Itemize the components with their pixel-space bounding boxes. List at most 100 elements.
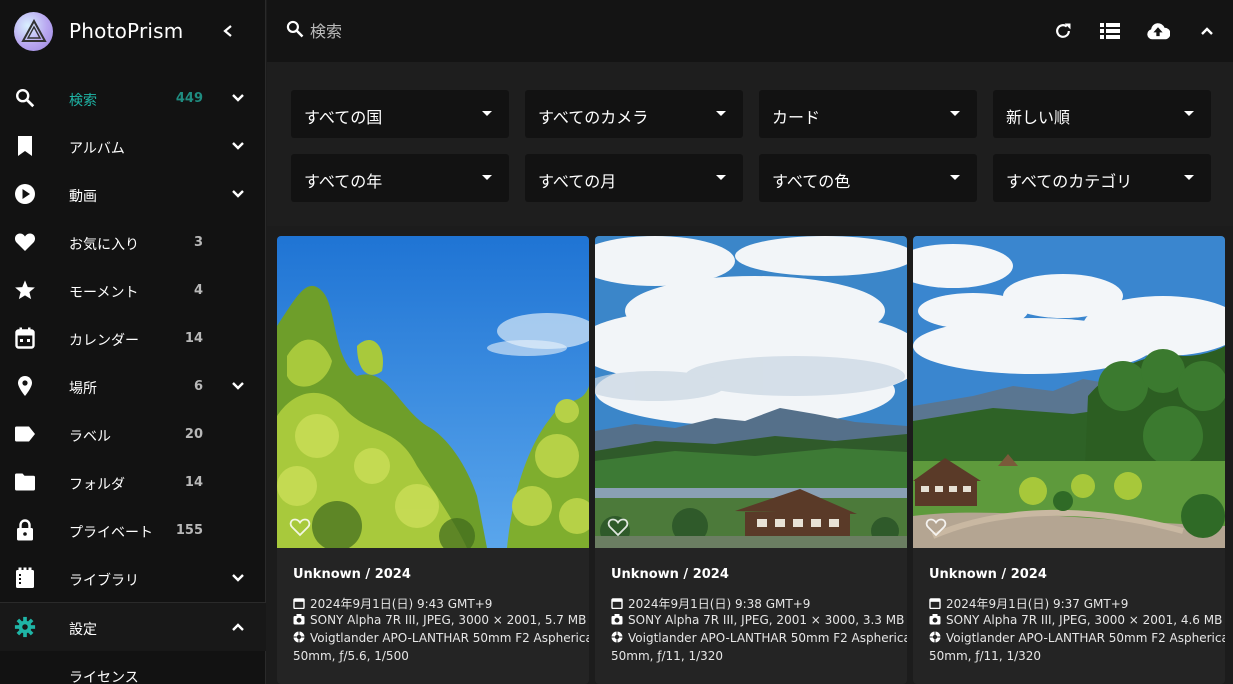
upload-button[interactable] (1146, 19, 1170, 43)
camera-icon (929, 613, 941, 625)
photo-thumbnail[interactable] (595, 236, 907, 548)
chevron-up-icon (1201, 27, 1213, 35)
sidebar-item-count: 3 (193, 235, 203, 250)
sidebar-item-count: 6 (193, 379, 203, 394)
sidebar-item-label: 場所 (69, 381, 97, 397)
sidebar-nav: 検索 449 アルバム 動画 お気に入り 3 モーメント 4 カレンダー 14 … (0, 74, 266, 684)
photo-lens-text: Voigtlander APO-LANTHAR 50mm F2 Aspheric… (310, 631, 589, 645)
filter-value: すべての国 (304, 108, 383, 127)
sidebar-item-settings[interactable]: 設定 (0, 603, 266, 651)
collapse-sidebar-button[interactable] (218, 21, 238, 41)
app-name: PhotoPrism (69, 19, 184, 43)
category-filter-select[interactable]: すべてのカテゴリ (993, 154, 1211, 202)
collapse-toolbar-button[interactable] (1195, 19, 1219, 43)
sidebar-item-count: 4 (193, 283, 203, 298)
photo-camera: SONY Alpha 7R III, JPEG, 3000 × 2001, 5.… (293, 613, 586, 627)
sidebar-item-count: 14 (184, 331, 203, 346)
sidebar-subitem-license[interactable]: ライセンス (0, 651, 266, 684)
list-view-button[interactable] (1098, 19, 1122, 43)
camera-filter-select[interactable]: すべてのカメラ (525, 90, 743, 138)
photo-camera: SONY Alpha 7R III, JPEG, 2001 × 3000, 3.… (611, 613, 904, 627)
sort-order-select[interactable]: 新しい順 (993, 90, 1211, 138)
view-list-icon (1100, 23, 1120, 39)
sidebar-item-label: ライブラリ (69, 573, 139, 589)
sidebar-item-folders[interactable]: フォルダ 14 (0, 458, 266, 506)
color-filter-select[interactable]: すべての色 (759, 154, 977, 202)
bookmark-icon (13, 134, 37, 158)
sidebar-item-count: 155 (175, 523, 203, 538)
search-icon (285, 19, 305, 43)
sidebar-item-label: 動画 (69, 189, 97, 205)
chevron-down-icon[interactable] (228, 376, 248, 396)
aperture-icon (611, 631, 623, 643)
filter-value: すべての年 (304, 172, 383, 191)
top-toolbar (267, 0, 1233, 62)
sidebar-item-count: 20 (184, 427, 203, 442)
view-filter-select[interactable]: カード (759, 90, 977, 138)
photo-exposure: 50mm, ƒ/11, 1/320 (929, 649, 1042, 663)
chevron-down-icon[interactable] (228, 88, 248, 108)
photo-thumbnail[interactable] (277, 236, 589, 548)
photo-title[interactable]: Unknown / 2024 (929, 567, 1047, 582)
sidebar-item-moments[interactable]: モーメント 4 (0, 266, 266, 314)
sidebar-item-count: 14 (184, 475, 203, 490)
favorite-heart-icon[interactable] (289, 517, 311, 537)
year-filter-select[interactable]: すべての年 (291, 154, 509, 202)
photo-lens-text: Voigtlander APO-LANTHAR 50mm F2 Aspheric… (946, 631, 1225, 645)
photo-title[interactable]: Unknown / 2024 (611, 567, 729, 582)
photo-lens-text: Voigtlander APO-LANTHAR 50mm F2 Aspheric… (628, 631, 907, 645)
camera-icon (293, 613, 305, 625)
sidebar-item-label: ラベル (69, 429, 111, 445)
brand[interactable]: PhotoPrism (0, 0, 265, 62)
sidebar-item-favorites[interactable]: お気に入り 3 (0, 218, 266, 266)
sidebar-item-label: お気に入り (69, 237, 139, 253)
refresh-button[interactable] (1051, 19, 1075, 43)
photo-lens: Voigtlander APO-LANTHAR 50mm F2 Aspheric… (611, 631, 907, 645)
photoprism-logo-icon (14, 11, 53, 51)
country-filter-select[interactable]: すべての国 (291, 90, 509, 138)
chevron-up-icon[interactable] (228, 617, 248, 637)
favorite-heart-icon[interactable] (607, 517, 629, 537)
dropdown-arrow-icon (950, 175, 960, 180)
dropdown-arrow-icon (950, 111, 960, 116)
favorite-heart-icon[interactable] (925, 517, 947, 537)
photo-camera-text: SONY Alpha 7R III, JPEG, 3000 × 2001, 5.… (310, 613, 587, 627)
gear-icon (13, 615, 37, 639)
photoprism-app: PhotoPrism 検索 449 アルバム 動画 お気に入り 3 モーメント … (0, 0, 1233, 684)
sidebar-item-private[interactable]: プライベート 155 (0, 506, 266, 554)
month-filter-select[interactable]: すべての月 (525, 154, 743, 202)
photo-camera-text: SONY Alpha 7R III, JPEG, 2001 × 3000, 3.… (628, 613, 905, 627)
aperture-icon (929, 631, 941, 643)
chevron-down-icon[interactable] (228, 136, 248, 156)
sidebar-item-search[interactable]: 検索 449 (0, 74, 266, 122)
sidebar-item-labels[interactable]: ラベル 20 (0, 410, 266, 458)
dropdown-arrow-icon (716, 175, 726, 180)
chevron-down-icon[interactable] (228, 184, 248, 204)
filter-value: すべての月 (538, 172, 617, 191)
photo-camera: SONY Alpha 7R III, JPEG, 3000 × 2001, 4.… (929, 613, 1222, 627)
chevron-left-icon (223, 25, 232, 37)
search-input[interactable] (310, 18, 810, 44)
refresh-icon (1056, 23, 1071, 38)
photo-card[interactable]: Unknown / 2024 2024年9月1日(日) 9:37 GMT+9 S… (913, 236, 1225, 684)
sidebar-item-places[interactable]: 場所 6 (0, 362, 266, 410)
photo-card[interactable]: Unknown / 2024 2024年9月1日(日) 9:43 GMT+9 S… (277, 236, 589, 684)
filter-panel: すべての国 すべてのカメラ カード 新しい順 すべての年 すべての月 すべての色… (267, 62, 1233, 226)
sidebar-item-library[interactable]: ライブラリ (0, 554, 266, 602)
sidebar-item-label: フォルダ (69, 477, 125, 493)
photo-thumbnail[interactable] (913, 236, 1225, 548)
photo-card[interactable]: Unknown / 2024 2024年9月1日(日) 9:38 GMT+9 S… (595, 236, 907, 684)
photo-grid: Unknown / 2024 2024年9月1日(日) 9:43 GMT+9 S… (267, 226, 1233, 684)
sidebar-item-albums[interactable]: アルバム (0, 122, 266, 170)
filter-value: すべてのカテゴリ (1006, 172, 1133, 191)
photo-date-text: 2024年9月1日(日) 9:37 GMT+9 (946, 597, 1129, 611)
photo-title[interactable]: Unknown / 2024 (293, 567, 411, 582)
sidebar-item-calendar[interactable]: カレンダー 14 (0, 314, 266, 362)
filter-value: カード (772, 108, 821, 127)
calendar-icon (929, 597, 941, 610)
cloud-upload-icon (1147, 23, 1170, 40)
sidebar-item-videos[interactable]: 動画 (0, 170, 266, 218)
camera-icon (611, 613, 623, 625)
play-circle-icon (13, 182, 37, 206)
chevron-down-icon[interactable] (228, 568, 248, 588)
